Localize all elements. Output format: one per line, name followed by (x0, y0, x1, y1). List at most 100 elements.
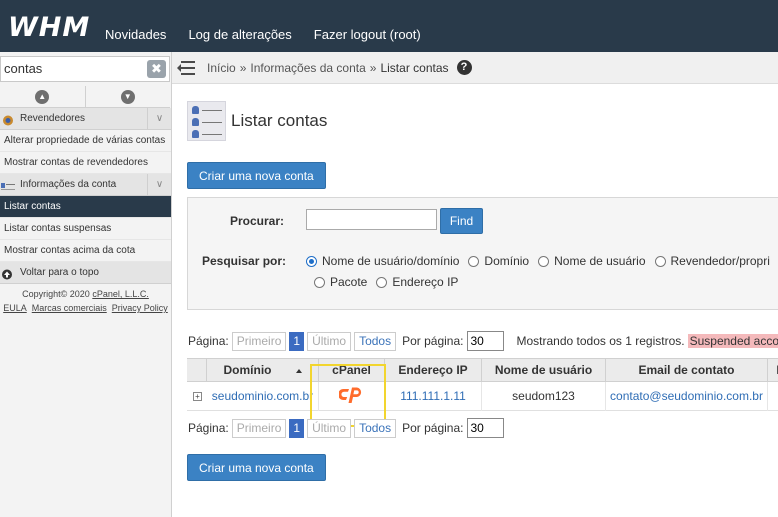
sidebar-footer: Copyright© 2020 cPanel, L.L.C. EULA Marc… (0, 284, 171, 315)
radio-icon (376, 276, 388, 288)
radio-label: Domínio (484, 254, 530, 268)
radio-icon (654, 255, 666, 267)
eula-link[interactable]: EULA (3, 303, 27, 313)
pager-label: Página: (188, 421, 229, 435)
trademarks-link[interactable]: Marcas comerciais (32, 303, 107, 313)
create-account-button-bottom[interactable]: Criar uma nova conta (187, 454, 326, 481)
top-nav: Novidades Log de alterações Fazer logout… (105, 27, 421, 42)
chevron-down-icon: ▼ (120, 89, 135, 104)
sidebar-category-revendedores[interactable]: Revendedores ∨ (0, 107, 171, 130)
radio-label: Nome de usuário (554, 254, 646, 268)
breadcrumb-separator: » (239, 60, 247, 75)
sidebar-category-label: Informações da conta (20, 178, 117, 190)
sidebar-item-contas-revendedores[interactable]: Mostrar contas de revendedores (0, 152, 171, 174)
cpanel-llc-link[interactable]: cPanel, L.L.C. (92, 289, 149, 299)
list-accounts-icon (187, 101, 226, 141)
radio-icon (314, 276, 325, 288)
copyright-text: Copyright© 2020 (22, 289, 93, 299)
table-row: + seudominio.com.br 111.111.1.11 seudom1… (187, 382, 778, 411)
per-page-label: Por página: (402, 421, 464, 435)
reseller-icon (1, 113, 15, 126)
sidebar-back-to-top[interactable]: Voltar para o topo (0, 262, 171, 284)
col-email[interactable]: Email de contato (606, 359, 768, 383)
chevron-down-icon[interactable]: ∨ (147, 173, 171, 196)
sidebar-item-contas-suspensas[interactable]: Listar contas suspensas (0, 218, 171, 240)
page-title: Listar contas (231, 111, 328, 130)
expand-all-button[interactable]: ▼ (86, 86, 171, 107)
search-by-options-row2: Pacote Endereço IP (314, 275, 458, 289)
radio-icon (538, 255, 550, 267)
top-nav-bar: WHM Novidades Log de alterações Fazer lo… (0, 0, 778, 52)
per-page-label: Por página: (402, 334, 464, 348)
pager-top: Página: Primeiro 1 Último Todos Por pági… (188, 331, 778, 351)
col-username[interactable]: Nome de usuário (482, 359, 606, 383)
nav-novidades[interactable]: Novidades (105, 27, 166, 42)
radio-label: Nome de usuário/domínio (322, 254, 460, 268)
pager-last[interactable]: Último (307, 418, 352, 438)
sidebar-search-input[interactable] (1, 57, 141, 80)
radio-label: Endereço IP (392, 275, 459, 289)
row-username: seudom123 (482, 382, 606, 411)
sidebar-item-listar-contas[interactable]: Listar contas (0, 196, 171, 218)
breadcrumb-current: Listar contas (380, 60, 449, 75)
sidebar-menu: Revendedores ∨ Alterar propriedade de vá… (0, 107, 171, 315)
breadcrumb-inicio[interactable]: Início (207, 61, 236, 75)
breadcrumb-informacoes-conta[interactable]: Informações da conta (250, 61, 365, 75)
help-icon[interactable]: ? (456, 60, 472, 75)
radio-ip-address[interactable]: Endereço IP (376, 275, 458, 289)
nav-logout[interactable]: Fazer logout (root) (314, 27, 421, 42)
row-domain[interactable]: seudominio.com.br (207, 382, 319, 411)
sort-asc-icon (295, 368, 302, 373)
clear-search-button[interactable]: ✖ (147, 60, 166, 78)
sidebar-category-label: Revendedores (20, 112, 86, 124)
pager-current[interactable]: 1 (289, 418, 305, 438)
collapse-all-button[interactable]: ▲ (0, 86, 86, 107)
suspended-legend: Suspended account (687, 334, 778, 348)
radio-reseller-owner[interactable]: Revendedor/propri (654, 254, 770, 268)
radio-username[interactable]: Nome de usuário (538, 254, 646, 268)
pager-all[interactable]: Todos (354, 418, 397, 438)
sidebar: ✖ ▲ ▼ Revendedores ∨ Alterar propriedade… (0, 52, 172, 517)
accounts-table-header: Domínio cPanel Endereço IP Nome de usuár… (187, 358, 778, 383)
sidebar-item-contas-acima-cota[interactable]: Mostrar contas acima da cota (0, 240, 171, 262)
account-info-icon (1, 179, 15, 190)
expand-collapse-row: ▲ ▼ (0, 86, 170, 108)
chevron-up-icon: ▲ (35, 89, 50, 104)
back-to-top-icon (1, 267, 15, 280)
per-page-input[interactable] (466, 418, 504, 438)
menu-toggle-icon[interactable] (177, 60, 195, 75)
radio-domain[interactable]: Domínio (468, 254, 529, 268)
col-domain[interactable]: Domínio (207, 359, 319, 383)
whm-logo[interactable]: WHM (8, 12, 90, 43)
col-domain-label: Domínio (223, 363, 272, 377)
radio-package[interactable]: Pacote (314, 275, 367, 289)
expand-row-icon[interactable]: + (193, 392, 202, 401)
pager-bottom: Página: Primeiro 1 Último Todos Por pági… (188, 418, 504, 438)
breadcrumb-separator: » (369, 60, 377, 75)
pager-last[interactable]: Último (307, 331, 352, 351)
search-panel: Procurar: Find Pesquisar por: Nome de us… (187, 197, 778, 310)
pager-current[interactable]: 1 (289, 331, 305, 351)
sidebar-item-alterar-propriedade[interactable]: Alterar propriedade de várias contas (0, 130, 171, 152)
pager-first[interactable]: Primeiro (231, 418, 287, 438)
row-email[interactable]: contato@seudominio.com.br (606, 382, 768, 411)
find-button[interactable]: Find (440, 208, 483, 234)
breadcrumb: Início » Informações da conta » Listar c… (207, 60, 472, 75)
privacy-policy-link[interactable]: Privacy Policy (112, 303, 168, 313)
pager-all[interactable]: Todos (354, 331, 397, 351)
col-expand (187, 359, 207, 383)
radio-label: Pacote (330, 275, 368, 289)
create-account-button-top[interactable]: Criar uma nova conta (187, 162, 326, 189)
radio-label: Revendedor/propri (670, 254, 770, 268)
radio-username-domain[interactable]: Nome de usuário/domínio (306, 254, 459, 268)
pager-first[interactable]: Primeiro (231, 331, 287, 351)
sidebar-category-informacoes-conta[interactable]: Informações da conta ∨ (0, 173, 171, 196)
radio-selected-icon (306, 255, 317, 267)
chevron-down-icon[interactable]: ∨ (147, 107, 171, 130)
search-input[interactable] (306, 209, 437, 230)
per-page-input[interactable] (466, 331, 504, 351)
row-ip[interactable]: 111.111.1.11 (385, 382, 482, 411)
col-ip[interactable]: Endereço IP (385, 359, 482, 383)
nav-log-alteracoes[interactable]: Log de alterações (188, 27, 291, 42)
col-next[interactable]: I (768, 359, 778, 383)
